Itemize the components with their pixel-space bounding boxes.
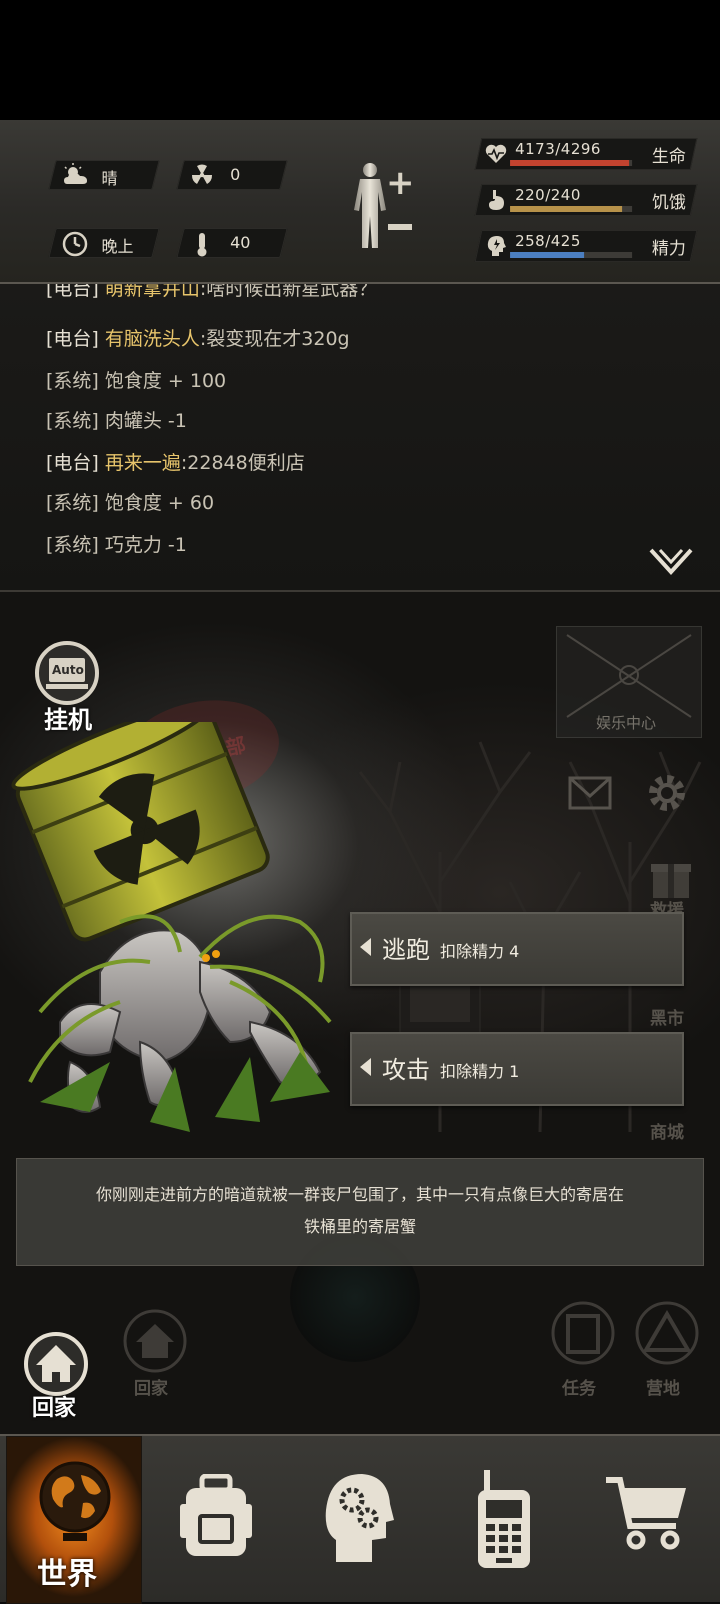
stomach-icon xyxy=(484,188,508,212)
globe-icon xyxy=(39,1461,111,1541)
go-home-button[interactable] xyxy=(22,1330,90,1398)
tab-world[interactable]: 世界 xyxy=(6,1436,142,1604)
health-value: 4173/4296 xyxy=(515,140,601,158)
tab-radio[interactable] xyxy=(470,1436,540,1602)
flee-button[interactable]: 逃跑 扣除精力 4 xyxy=(350,912,684,986)
hunger-bar xyxy=(510,206,633,212)
camp-label: 营地 xyxy=(646,1379,680,1399)
log-message: [系统] 巧克力 -1 xyxy=(46,534,187,556)
black-market-label[interactable]: 黑市 xyxy=(650,1004,684,1029)
health-stat: 4173/4296 生命 xyxy=(474,138,698,170)
encounter-narration: 你刚刚走进前方的暗道就被一群丧尸包围了，其中一只有点像巨大的寄居在 铁桶里的寄居… xyxy=(16,1158,704,1266)
auto-badge-text: Auto xyxy=(52,663,84,677)
log-message: [电台] 有脑洗头人:裂变现在才320g xyxy=(46,328,350,350)
radiation-value: 0 xyxy=(230,165,241,184)
hunger-stat: 220/240 饥饿 xyxy=(474,184,698,216)
auto-battle-label: 挂机 xyxy=(44,706,92,734)
camp-tent-icon[interactable] xyxy=(634,1300,700,1370)
enemy-barrel-hermit-crab xyxy=(11,722,332,1132)
temperature-value: 40 xyxy=(230,233,251,252)
log-message: [系统] 饱食度 + 60 xyxy=(46,492,215,514)
head-gears-icon xyxy=(325,1474,394,1562)
message-log[interactable]: [电台] 萌新拿井山:啥时候出新星武器？ [电台] 有脑洗头人:裂变现在才320… xyxy=(0,284,720,592)
brain-head-icon xyxy=(484,234,508,258)
radiation-chip: 0 xyxy=(176,160,288,190)
weather-chip: 晴 xyxy=(48,160,160,190)
flee-arrow-icon xyxy=(360,938,371,956)
tab-skills[interactable] xyxy=(318,1436,408,1602)
radiation-icon xyxy=(190,163,218,187)
health-label: 生命 xyxy=(651,147,686,167)
log-message: [电台] 再来一遍:22848便利店 xyxy=(46,452,305,474)
hunger-bar-fill xyxy=(510,206,622,212)
remove-stat-minus-icon[interactable] xyxy=(388,224,412,230)
hunger-label: 饥饿 xyxy=(651,193,686,213)
tab-world-label: 世界 xyxy=(37,1557,97,1592)
health-bar-fill xyxy=(510,160,629,166)
narration-line: 铁桶里的寄居蟹 xyxy=(303,1217,416,1236)
shop-faded-label[interactable]: 商城 xyxy=(650,1118,684,1143)
energy-bar xyxy=(510,252,633,258)
task-label: 任务 xyxy=(562,1379,596,1399)
health-bar xyxy=(510,160,633,166)
energy-stat: 258/425 精力 xyxy=(474,230,698,262)
flee-cost: 扣除精力 4 xyxy=(440,942,520,961)
time-of-day-value: 晚上 xyxy=(101,237,134,256)
attack-arrow-icon xyxy=(360,1058,371,1076)
entertainment-center-label: 娱乐中心 xyxy=(596,714,657,732)
attack-label: 攻击 xyxy=(382,1056,430,1084)
home-faded-icon[interactable] xyxy=(122,1308,188,1378)
auto-battle-button[interactable]: Auto xyxy=(34,640,100,706)
tab-shop[interactable] xyxy=(604,1436,694,1602)
cloud-weather-icon xyxy=(62,163,90,187)
walkie-talkie-icon xyxy=(478,1470,530,1568)
energy-bar-fill xyxy=(510,252,585,258)
thermometer-icon xyxy=(190,231,218,257)
log-message: [系统] 饱食度 + 100 xyxy=(46,370,227,392)
energy-value: 258/425 xyxy=(515,232,581,250)
expand-log-chevron-icon[interactable] xyxy=(648,546,694,582)
narration-line: 你刚刚走进前方的暗道就被一群丧尸包围了，其中一只有点像巨大的寄居在 xyxy=(95,1185,624,1204)
hunger-value: 220/240 xyxy=(515,186,581,204)
mail-icon[interactable] xyxy=(568,776,612,814)
go-home-label: 回家 xyxy=(32,1396,77,1421)
time-chip: 晚上 xyxy=(48,228,160,258)
weather-value: 晴 xyxy=(101,169,118,188)
attack-cost: 扣除精力 1 xyxy=(440,1062,520,1081)
flee-label: 逃跑 xyxy=(382,936,430,964)
log-message: [系统] 肉罐头 -1 xyxy=(46,410,187,432)
backpack-icon xyxy=(180,1474,252,1556)
log-message: [电台] 萌新拿井山:啥时候出新星武器？ xyxy=(46,284,378,300)
status-bar-area xyxy=(0,0,720,120)
add-stat-plus-icon[interactable]: + xyxy=(386,166,415,200)
shopping-cart-icon xyxy=(606,1477,686,1550)
energy-label: 精力 xyxy=(651,239,686,259)
settings-gear-icon[interactable] xyxy=(644,770,690,820)
task-icon[interactable] xyxy=(550,1300,616,1370)
heart-icon xyxy=(484,142,508,166)
tab-backpack[interactable] xyxy=(172,1436,262,1602)
clock-icon xyxy=(62,231,90,257)
temperature-chip: 40 xyxy=(176,228,288,258)
home-faded-label: 回家 xyxy=(134,1379,168,1399)
attack-button[interactable]: 攻击 扣除精力 1 xyxy=(350,1032,684,1106)
